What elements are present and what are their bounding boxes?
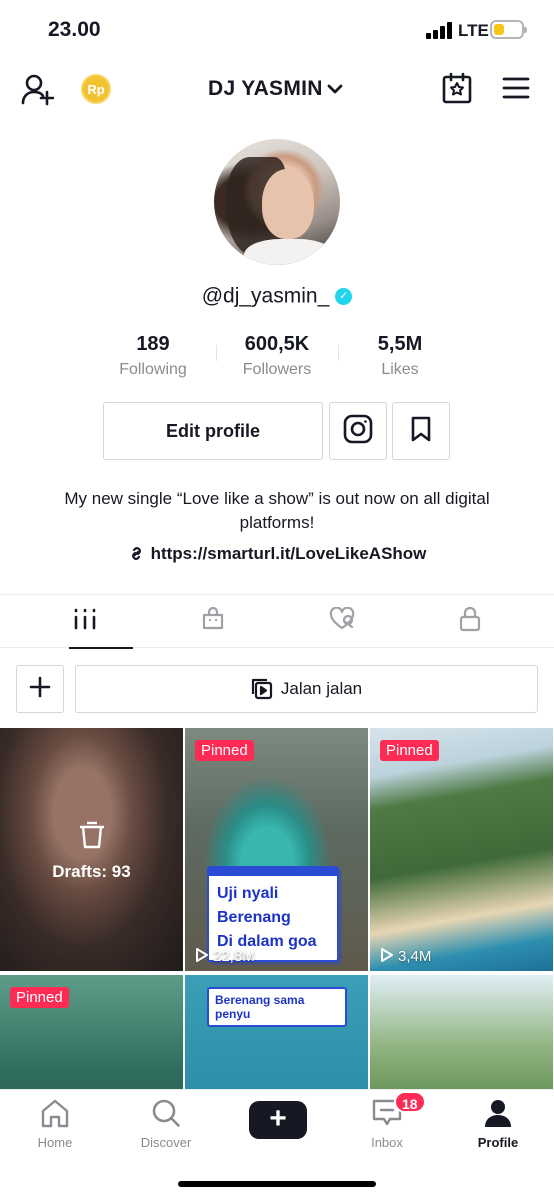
network-type: LTE xyxy=(458,21,489,40)
bio-link[interactable]: https://smarturl.it/LoveLikeAShow xyxy=(0,544,554,564)
stat-label: Likes xyxy=(381,361,419,378)
view-count-text: 22,8M xyxy=(213,948,255,965)
create-button[interactable]: + xyxy=(245,1101,311,1139)
drafts-tile[interactable]: Drafts: 93 xyxy=(0,728,183,971)
caption-line: Uji nyali xyxy=(217,885,279,902)
instagram-icon xyxy=(343,414,373,449)
edit-profile-button[interactable]: Edit profile xyxy=(103,402,323,460)
playlist-button[interactable]: Jalan jalan xyxy=(75,665,538,713)
tab-shop[interactable] xyxy=(144,595,282,648)
stat-following[interactable]: 189 Following xyxy=(103,333,203,379)
pinned-badge: Pinned xyxy=(10,987,69,1008)
profile-bio: My new single “Love like a show” is out … xyxy=(64,489,490,532)
status-bar: 23.00 LTE xyxy=(0,0,554,60)
stat-divider xyxy=(216,345,217,361)
stat-followers[interactable]: 600,5K Followers xyxy=(226,333,328,379)
nav-profile[interactable]: Profile xyxy=(443,1098,553,1150)
nav-label: Profile xyxy=(477,1135,519,1150)
add-playlist-button[interactable] xyxy=(16,665,64,713)
pinned-badge: Pinned xyxy=(380,740,439,761)
nav-discover[interactable]: Discover xyxy=(111,1098,221,1150)
stat-value: 189 xyxy=(136,333,170,355)
profile-stats: 189 Following 600,5K Followers 5,5M Like… xyxy=(0,333,554,383)
playlist-icon xyxy=(251,678,272,700)
stat-value: 5,5M xyxy=(377,333,423,355)
username-title[interactable]: DJ YASMIN xyxy=(208,77,323,101)
stat-value: 600,5K xyxy=(244,333,310,355)
grid-icon xyxy=(73,608,97,635)
instagram-button[interactable] xyxy=(329,402,387,460)
battery-icon xyxy=(490,20,527,39)
drafts-label: Drafts: 93 xyxy=(52,862,131,881)
view-count: 22,8M xyxy=(195,947,255,965)
coin-icon[interactable]: Rp xyxy=(81,74,111,104)
plus-icon: + xyxy=(269,1102,287,1135)
calendar-star-icon[interactable] xyxy=(442,72,472,104)
status-time: 23.00 xyxy=(48,18,101,41)
tab-liked[interactable] xyxy=(273,595,411,648)
pinned-badge: Pinned xyxy=(195,740,254,761)
bookmark-icon xyxy=(410,416,432,447)
nav-label: Home xyxy=(37,1135,73,1150)
person-icon xyxy=(485,1100,511,1127)
favorites-button[interactable] xyxy=(392,402,450,460)
caption-line: Berenang sama penyu xyxy=(215,993,305,1021)
nav-home[interactable]: Home xyxy=(0,1098,110,1150)
hidden-heart-icon xyxy=(328,606,356,636)
home-indicator xyxy=(178,1181,376,1187)
lock-icon xyxy=(459,606,481,637)
link-text: https://smarturl.it/LoveLikeAShow xyxy=(150,544,427,563)
stat-label: Following xyxy=(119,361,187,378)
tab-videos[interactable] xyxy=(16,595,154,649)
nav-label: Discover xyxy=(140,1135,192,1150)
nav-label: Inbox xyxy=(371,1135,403,1150)
search-icon xyxy=(152,1099,180,1127)
drafts-icon xyxy=(80,821,104,849)
nav-inbox[interactable]: Inbox xyxy=(332,1098,442,1150)
view-count-text: 3,4M xyxy=(398,948,432,965)
video-tile[interactable]: Pinned 3,4M xyxy=(370,728,553,971)
handle-text: @dj_yasmin_ xyxy=(201,284,330,308)
tab-private[interactable] xyxy=(401,595,539,648)
add-user-icon[interactable] xyxy=(20,72,55,106)
profile-header: Rp DJ YASMIN xyxy=(0,64,554,114)
video-caption-card: Berenang sama penyu xyxy=(207,987,347,1027)
profile-tabs xyxy=(0,594,554,649)
play-icon xyxy=(196,948,208,962)
stat-likes[interactable]: 5,5M Likes xyxy=(350,333,450,379)
shopping-bag-icon xyxy=(201,606,225,636)
hamburger-menu-icon[interactable] xyxy=(502,76,530,100)
stat-divider xyxy=(338,345,339,361)
verified-badge-icon: ✓ xyxy=(335,287,353,305)
chevron-down-icon[interactable] xyxy=(326,80,344,98)
video-tile[interactable]: Pinned Uji nyali Berenang Di dalam goa 2… xyxy=(185,728,368,971)
playlist-label: Jalan jalan xyxy=(280,679,363,698)
play-icon xyxy=(381,948,393,962)
caption-line: Berenang xyxy=(217,909,291,926)
link-icon xyxy=(131,547,141,560)
signal-icon xyxy=(426,22,454,39)
stat-label: Followers xyxy=(242,361,312,378)
view-count: 3,4M xyxy=(380,947,431,965)
avatar[interactable] xyxy=(214,139,340,265)
profile-handle: @dj_yasmin_ ✓ xyxy=(0,284,554,308)
home-icon xyxy=(41,1099,69,1128)
inbox-badge: 18 xyxy=(394,1091,426,1113)
plus-icon xyxy=(29,676,51,703)
